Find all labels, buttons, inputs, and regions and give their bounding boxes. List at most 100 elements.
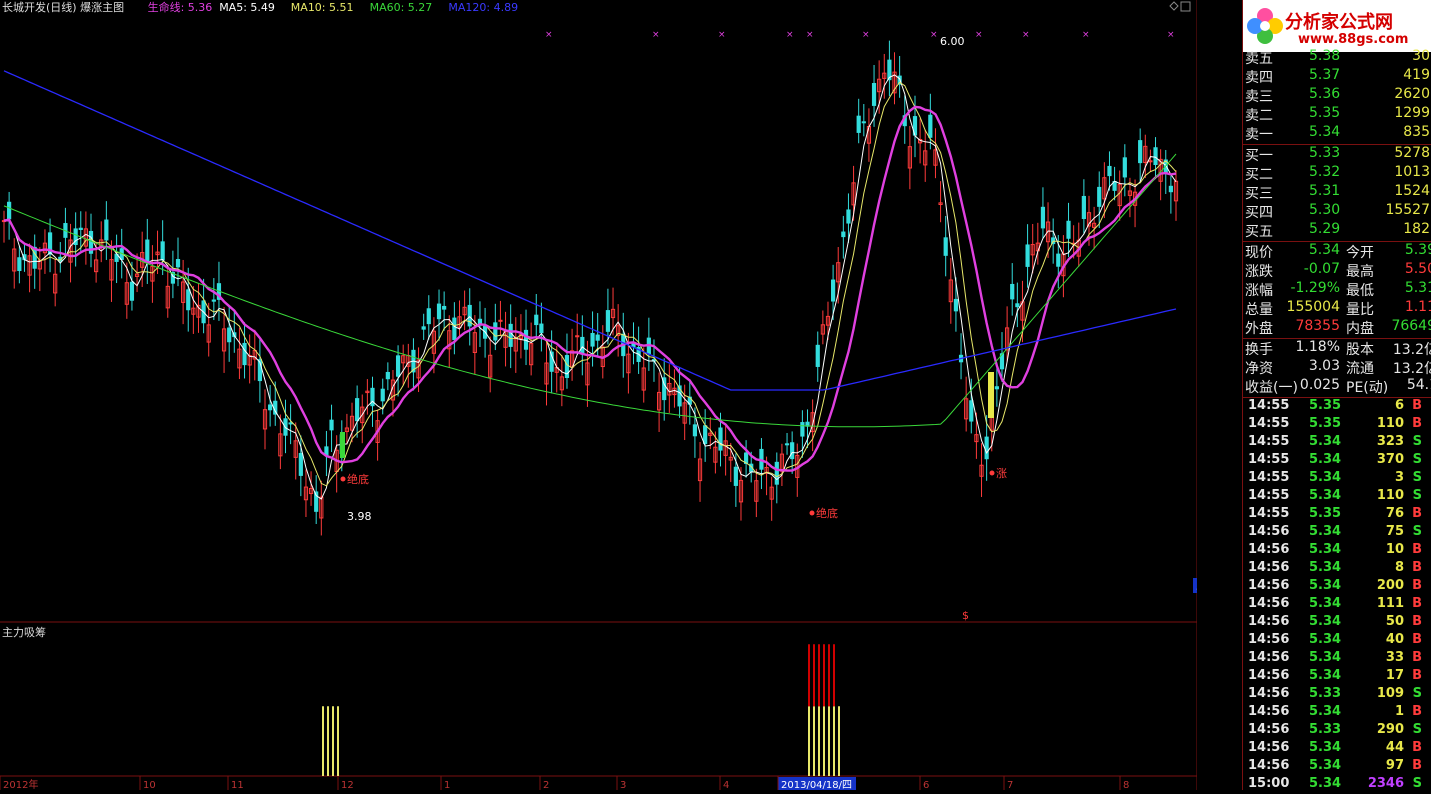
trade-volume: 111 xyxy=(1376,596,1404,611)
fund-label: 净资 xyxy=(1245,361,1273,377)
candle-body xyxy=(1040,206,1046,229)
trade-direction: B xyxy=(1412,632,1422,647)
trade-price: 5.34 xyxy=(1309,470,1342,485)
trade-price: 5.34 xyxy=(1309,758,1342,773)
trade-price: 5.34 xyxy=(1309,560,1342,575)
trade-direction: B xyxy=(1412,596,1422,611)
candle-body xyxy=(733,466,738,486)
top-signal-mark: × xyxy=(1167,30,1175,40)
candle-body xyxy=(395,355,401,377)
trade-row: 14:55 5.35 76 B xyxy=(1243,506,1431,524)
quote-panel: 分析家公式网 www.88gs.com 卖五 5.38 30 卖四 5.37 419 卖三 5… xyxy=(1242,0,1431,791)
bid-row: 买五 5.29 182 xyxy=(1243,221,1431,240)
window-button-icon[interactable] xyxy=(1180,1,1191,12)
candle-body xyxy=(7,201,12,220)
quote-value-2: 76649 xyxy=(1391,318,1431,334)
bid-price: 5.30 xyxy=(1309,202,1341,218)
bid-label: 买一 xyxy=(1245,148,1273,164)
trade-direction: B xyxy=(1412,542,1422,557)
trade-direction: B xyxy=(1412,506,1422,521)
site-logo: 分析家公式网 www.88gs.com xyxy=(1243,0,1431,52)
trade-price: 5.34 xyxy=(1309,452,1342,467)
highlight-bar xyxy=(340,432,345,458)
quote-label: 涨幅 xyxy=(1245,283,1273,299)
bid-price: 5.32 xyxy=(1309,164,1341,180)
fund-value-2: 54.1 xyxy=(1406,377,1431,393)
candle-body xyxy=(1107,165,1112,177)
trade-price: 5.34 xyxy=(1309,776,1342,791)
logo-url: www.88gs.com xyxy=(1298,32,1409,47)
candle-body xyxy=(841,231,846,238)
bid-label: 买三 xyxy=(1245,186,1273,202)
accum-bar xyxy=(828,706,830,776)
candle-body xyxy=(784,443,790,446)
trade-row: 14:56 5.34 111 B xyxy=(1243,596,1431,614)
trade-row: 14:56 5.33 109 S xyxy=(1243,686,1431,704)
trade-price: 5.34 xyxy=(1309,596,1342,611)
ask-label: 卖一 xyxy=(1245,127,1273,143)
kline-chart[interactable]: 长城开发(日线) 爆涨主图 生命线: 5.36 MA5: 5.49 MA10: 5.5… xyxy=(0,0,1240,791)
candle-body xyxy=(186,289,191,311)
candle-body xyxy=(442,305,447,310)
top-signal-mark: × xyxy=(975,30,983,40)
trade-time: 14:56 xyxy=(1248,740,1290,755)
accum-bar-red xyxy=(833,644,835,707)
trade-row: 14:56 5.33 290 S xyxy=(1243,722,1431,740)
trade-time: 14:56 xyxy=(1248,578,1290,593)
trade-row: 14:55 5.34 3 S xyxy=(1243,470,1431,488)
trade-direction: B xyxy=(1412,740,1422,755)
trade-price: 5.34 xyxy=(1309,488,1342,503)
ask-label: 卖四 xyxy=(1245,70,1273,86)
x-axis-label: 11 xyxy=(231,780,244,790)
chart-area[interactable]: 长城开发(日线) 爆涨主图 生命线: 5.36 MA5: 5.49 MA10: 5.5… xyxy=(0,0,1240,791)
diamond-icon[interactable] xyxy=(1169,1,1179,11)
fund-label-2: 股本 xyxy=(1346,342,1374,358)
candles xyxy=(1,40,1179,536)
fundamental-row: 换手 1.18% 股本 13.2亿 xyxy=(1243,339,1431,358)
trade-volume: 290 xyxy=(1376,722,1404,737)
trade-time: 14:55 xyxy=(1248,416,1290,431)
signal-label: 涨 xyxy=(996,467,1007,480)
candle-body xyxy=(436,303,442,320)
trade-time: 14:56 xyxy=(1248,614,1290,629)
accum-bar xyxy=(818,706,820,776)
candle-body xyxy=(790,442,795,460)
ma5-line xyxy=(3,74,1177,500)
candle-body xyxy=(856,115,861,133)
candle-body xyxy=(452,317,457,341)
trade-row: 14:56 5.34 1 B xyxy=(1243,704,1431,722)
trade-price: 5.34 xyxy=(1309,632,1342,647)
ask-price: 5.34 xyxy=(1309,124,1341,140)
candle-body xyxy=(534,314,539,326)
trade-volume: 40 xyxy=(1385,632,1404,647)
fundamental-row: 收益(一)0.025 PE(动) 54.1 xyxy=(1243,377,1431,396)
fund-value-2: 13.2亿 xyxy=(1392,342,1431,358)
trade-price: 5.33 xyxy=(1309,686,1342,701)
trade-row: 14:56 5.34 40 B xyxy=(1243,632,1431,650)
top-signal-mark: × xyxy=(718,30,726,40)
trade-row: 15:00 5.34 2346 S xyxy=(1243,776,1431,794)
candle-body xyxy=(943,237,948,256)
candle-body xyxy=(539,323,544,334)
x-axis-label: 2 xyxy=(543,780,549,790)
trade-price: 5.34 xyxy=(1309,740,1342,755)
candle-body xyxy=(800,422,805,437)
candle-body xyxy=(175,258,181,268)
indicator-value: MA5: 5.49 xyxy=(219,1,275,14)
trade-time: 14:56 xyxy=(1248,758,1290,773)
accum-bar xyxy=(322,706,324,776)
trade-direction: S xyxy=(1412,722,1422,737)
trade-volume: 110 xyxy=(1376,488,1404,503)
signal-dot xyxy=(809,510,815,516)
candle-body xyxy=(1097,186,1102,207)
trade-volume: 8 xyxy=(1394,560,1404,575)
ask-volume: 419 xyxy=(1403,67,1430,83)
candle-body xyxy=(605,310,611,332)
candle-body xyxy=(815,344,820,367)
trade-volume: 50 xyxy=(1385,614,1404,629)
candle-body xyxy=(1081,195,1086,219)
trade-direction: B xyxy=(1412,758,1422,773)
ma60-line xyxy=(3,153,1177,428)
trade-price: 5.34 xyxy=(1309,650,1342,665)
candle-body xyxy=(211,299,216,302)
